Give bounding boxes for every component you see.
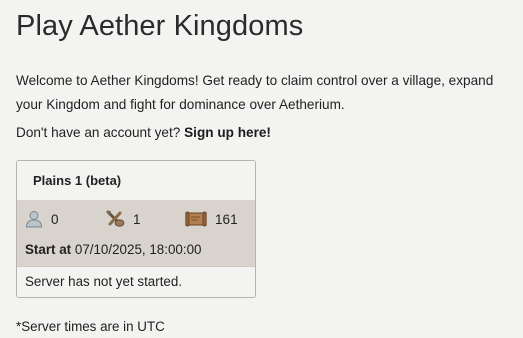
players-stat: 0 [25,210,105,228]
start-time: Start at 07/10/2025, 18:00:00 [25,238,247,258]
signup-prompt: Don't have an account yet? [16,125,181,140]
attacks-stat: 1 [105,210,185,228]
start-value: 07/10/2025, 18:00:00 [74,242,202,257]
server-status: Server has not yet started. [17,266,255,297]
intro-text: Welcome to Aether Kingdoms! Get ready to… [16,73,494,112]
villages-count: 161 [215,211,238,227]
start-label: Start at [25,242,72,257]
players-count: 0 [51,211,59,227]
server-name: Plains 1 (beta) [17,161,255,200]
server-card-body: 0 1 161 Start at 07/10/2025, 18:00:00 [17,200,255,266]
timezone-note: *Server times are in UTC [16,319,165,334]
crossed-weapons-icon [105,210,125,228]
scroll-map-icon [185,210,207,228]
signup-link[interactable]: Sign up here! [184,125,271,140]
server-stats: 0 1 161 [25,200,247,238]
attacks-count: 1 [133,211,141,227]
page-title: Play Aether Kingdoms [16,10,304,42]
page: Play Aether Kingdoms Welcome to Aether K… [0,0,523,338]
signup-line: Don't have an account yet? Sign up here! [16,124,507,142]
user-icon [25,210,43,228]
villages-stat: 161 [185,210,238,228]
server-card[interactable]: Plains 1 (beta) 0 1 161 Start at 07/10/2… [16,160,256,298]
